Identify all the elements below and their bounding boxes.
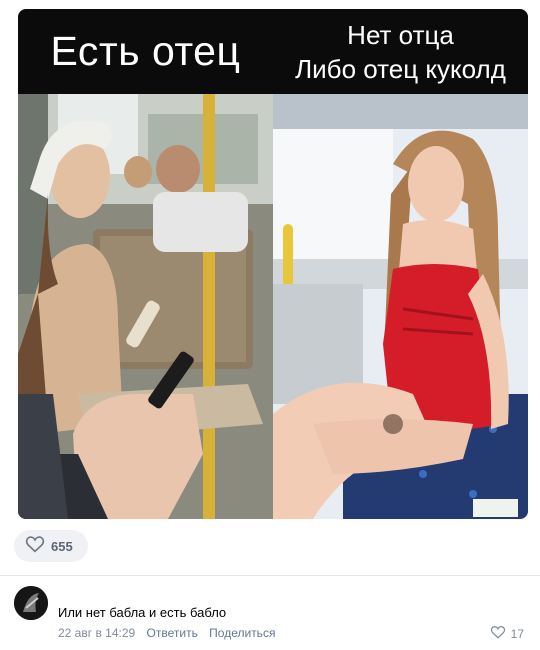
caption-left: Есть отец — [50, 28, 241, 74]
photo-right — [273, 94, 528, 519]
meme-image[interactable]: Есть отец Нет отца Либо отец куколд — [18, 9, 528, 519]
caption-right-line-1: Нет отца — [347, 19, 454, 50]
photo-left — [18, 94, 273, 519]
heart-icon — [490, 625, 506, 642]
like-count: 655 — [51, 538, 73, 554]
caption-right-line-2: Либо отец куколд — [295, 53, 506, 84]
heart-icon — [25, 535, 45, 558]
like-button[interactable]: 655 — [14, 530, 88, 562]
caption-right: Нет отца Либо отец куколд — [273, 9, 528, 94]
reply-link[interactable]: Ответить — [147, 626, 198, 640]
comment-text: Или нет бабла и есть бабло — [58, 605, 227, 620]
divider — [0, 575, 540, 576]
share-link[interactable]: Поделиться — [209, 626, 275, 640]
comment-meta: 22 авг в 14:29 Ответить Поделиться — [58, 626, 275, 640]
comment-date[interactable]: 22 авг в 14:29 — [58, 626, 135, 640]
comment-like-button[interactable]: 17 — [490, 625, 524, 642]
avatar[interactable] — [14, 586, 48, 620]
comment-like-count: 17 — [510, 626, 524, 641]
